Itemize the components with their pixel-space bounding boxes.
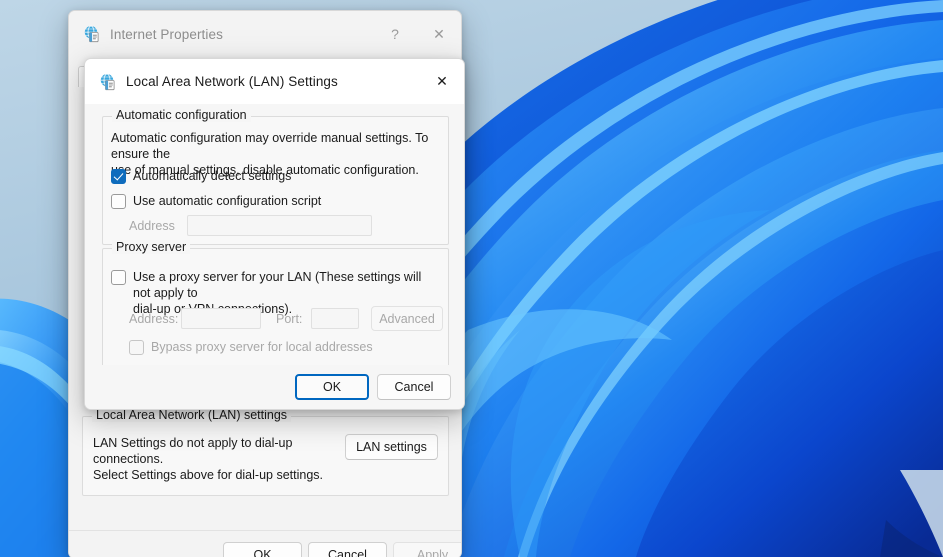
lan-settings-caption-buttons: ✕: [420, 59, 464, 104]
proxy-port-label: Port:: [276, 312, 302, 326]
auto-detect-settings-checkbox-row[interactable]: Automatically detect settings: [111, 168, 291, 184]
lan-settings-title: Local Area Network (LAN) Settings: [126, 74, 338, 89]
lan-settings-footer: OK Cancel: [85, 365, 464, 409]
bypass-proxy-checkbox: [129, 340, 144, 355]
lan-settings-description-line1: LAN Settings do not apply to dial-up con…: [93, 435, 343, 467]
internet-properties-titlebar: Internet Properties ? ✕: [69, 11, 461, 57]
cancel-button[interactable]: Cancel: [308, 542, 387, 557]
lan-ok-button[interactable]: OK: [295, 374, 369, 400]
lan-settings-description-line2: Select Settings above for dial-up settin…: [93, 467, 343, 483]
ok-button-label: OK: [253, 548, 271, 557]
help-button[interactable]: ?: [373, 11, 417, 57]
use-automatic-configuration-script-label: Use automatic configuration script: [133, 193, 321, 209]
lan-settings-titlebar: Local Area Network (LAN) Settings ✕: [85, 59, 464, 104]
lan-settings-icon: [99, 73, 117, 91]
close-button[interactable]: ✕: [417, 11, 461, 57]
advanced-button: Advanced: [371, 306, 443, 331]
apply-button-label: Apply: [417, 548, 448, 557]
auto-detect-settings-checkbox[interactable]: [111, 169, 126, 184]
desktop-screen: Internet Properties ? ✕ Ge Local Area Ne…: [0, 0, 943, 557]
proxy-address-input[interactable]: [181, 308, 261, 329]
proxy-address-label: Address:: [129, 312, 178, 326]
help-icon: ?: [391, 26, 399, 42]
lan-ok-button-label: OK: [323, 380, 341, 394]
proxy-port-input[interactable]: [311, 308, 359, 329]
internet-properties-footer: OK Cancel Apply: [69, 531, 461, 557]
advanced-button-label: Advanced: [379, 312, 435, 326]
auto-config-desc-line1: Automatic configuration may override man…: [111, 130, 441, 162]
lan-settings-description: LAN Settings do not apply to dial-up con…: [93, 435, 343, 483]
cancel-button-label: Cancel: [328, 548, 367, 557]
close-icon: ✕: [436, 73, 448, 90]
script-address-label: Address: [129, 219, 175, 233]
lan-close-button[interactable]: ✕: [420, 59, 464, 104]
bypass-proxy-label: Bypass proxy server for local addresses: [151, 339, 373, 355]
use-proxy-server-label-line1: Use a proxy server for your LAN (These s…: [133, 269, 441, 301]
proxy-server-group: Proxy server Use a proxy server for your…: [102, 248, 449, 370]
script-address-input[interactable]: [187, 215, 372, 236]
lan-cancel-button[interactable]: Cancel: [377, 374, 451, 400]
use-automatic-configuration-script-checkbox-row[interactable]: Use automatic configuration script: [111, 193, 321, 209]
lan-settings-button[interactable]: LAN settings: [345, 434, 438, 460]
lan-settings-dialog: Local Area Network (LAN) Settings ✕ Auto…: [84, 58, 465, 410]
auto-detect-settings-label: Automatically detect settings: [133, 168, 291, 184]
automatic-configuration-group: Automatic configuration Automatic config…: [102, 116, 449, 245]
ok-button[interactable]: OK: [223, 542, 302, 557]
lan-cancel-button-label: Cancel: [395, 380, 434, 394]
use-automatic-configuration-script-checkbox[interactable]: [111, 194, 126, 209]
lan-settings-group-legend: Local Area Network (LAN) settings: [92, 408, 291, 422]
apply-button: Apply: [393, 542, 462, 557]
internet-properties-title: Internet Properties: [110, 27, 223, 42]
lan-settings-group: Local Area Network (LAN) settings LAN Se…: [82, 416, 449, 496]
close-icon: ✕: [433, 26, 445, 43]
internet-properties-caption-buttons: ? ✕: [373, 11, 461, 57]
internet-properties-icon: [83, 25, 101, 43]
lan-settings-button-label: LAN settings: [356, 440, 427, 454]
use-proxy-server-checkbox[interactable]: [111, 270, 126, 285]
proxy-server-legend: Proxy server: [112, 240, 190, 254]
bypass-proxy-checkbox-row: Bypass proxy server for local addresses: [129, 339, 373, 355]
automatic-configuration-legend: Automatic configuration: [112, 108, 251, 122]
